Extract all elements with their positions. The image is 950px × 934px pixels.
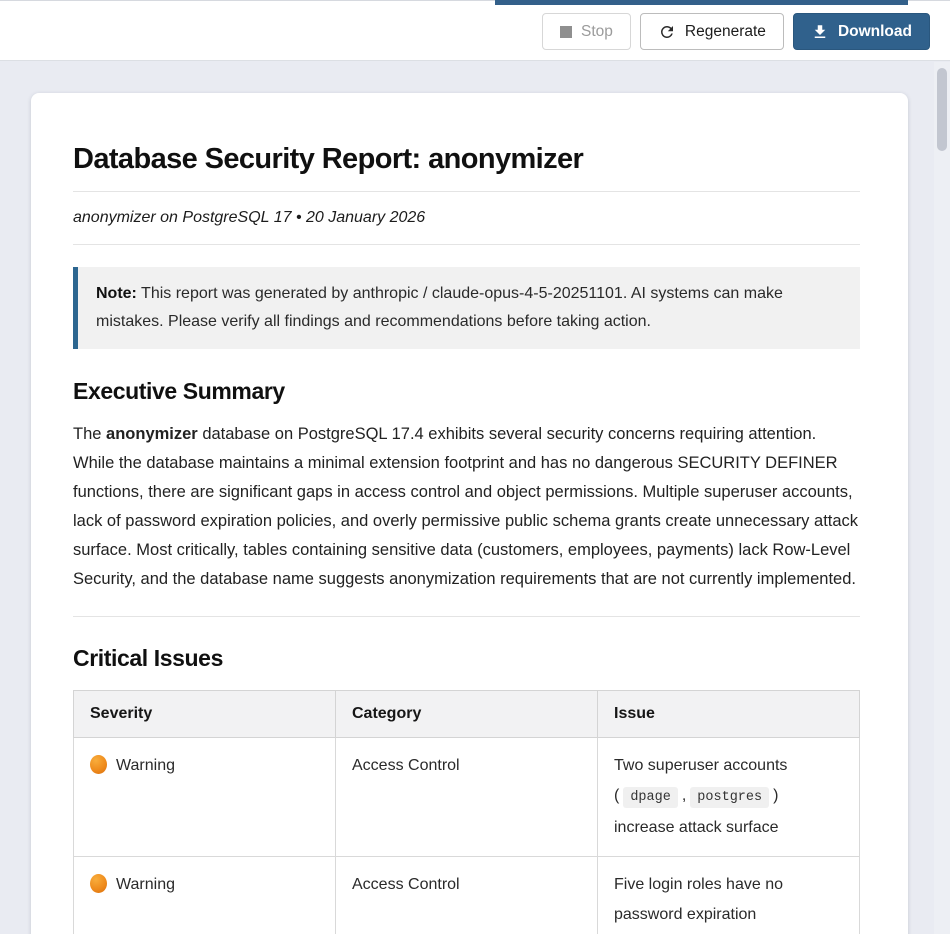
divider: [73, 616, 860, 617]
inline-code: postgres: [690, 787, 769, 808]
scrollbar-track[interactable]: [934, 62, 950, 934]
note-text: This report was generated by anthropic /…: [96, 285, 783, 330]
table-row: Warning Access Control Five login roles …: [74, 857, 860, 934]
issues-table: Severity Category Issue Warning Access C…: [73, 690, 860, 934]
column-header-category: Category: [336, 691, 598, 738]
category-cell: Access Control: [336, 738, 598, 857]
download-icon: [811, 23, 829, 41]
severity-label: Warning: [116, 757, 175, 774]
column-header-issue: Issue: [598, 691, 860, 738]
panel-accent-strip: [495, 0, 908, 5]
paragraph-text: database on PostgreSQL 17.4 exhibits sev…: [73, 425, 858, 588]
inline-code: dpage: [623, 787, 678, 808]
note-callout: Note: This report was generated by anthr…: [73, 267, 860, 349]
stop-button-label: Stop: [581, 23, 613, 41]
report-toolbar: Stop Regenerate Download: [542, 13, 930, 50]
severity-cell: Warning: [74, 738, 336, 857]
page-title: Database Security Report: anonymizer: [73, 143, 860, 176]
severity-label: Warning: [116, 876, 175, 893]
issue-cell: Five login roles have no password expira…: [598, 857, 860, 934]
warning-icon: [90, 874, 107, 893]
report-subtitle: anonymizer on PostgreSQL 17 • 20 January…: [73, 209, 860, 227]
regenerate-button-label: Regenerate: [685, 23, 766, 41]
stop-button[interactable]: Stop: [542, 13, 631, 50]
issue-text: ,: [682, 787, 686, 804]
download-button[interactable]: Download: [793, 13, 930, 50]
database-name: anonymizer: [106, 425, 198, 443]
scrollbar-thumb[interactable]: [937, 68, 947, 151]
regenerate-button[interactable]: Regenerate: [640, 13, 784, 50]
refresh-icon: [658, 23, 676, 41]
section-heading-critical-issues: Critical Issues: [73, 645, 860, 672]
warning-icon: [90, 755, 107, 774]
section-heading-executive-summary: Executive Summary: [73, 378, 860, 405]
paragraph-text: The: [73, 425, 106, 443]
stop-icon: [560, 26, 572, 38]
download-button-label: Download: [838, 23, 912, 41]
executive-summary-paragraph: The anonymizer database on PostgreSQL 17…: [73, 420, 860, 594]
divider: [73, 244, 860, 245]
issue-cell: Two superuser accounts (dpage,postgres) …: [598, 738, 860, 857]
report-card: Database Security Report: anonymizer ano…: [31, 93, 908, 934]
note-label: Note:: [96, 285, 137, 302]
table-row: Warning Access Control Two superuser acc…: [74, 738, 860, 857]
severity-cell: Warning: [74, 857, 336, 934]
category-cell: Access Control: [336, 857, 598, 934]
column-header-severity: Severity: [74, 691, 336, 738]
table-header-row: Severity Category Issue: [74, 691, 860, 738]
divider: [73, 191, 860, 192]
